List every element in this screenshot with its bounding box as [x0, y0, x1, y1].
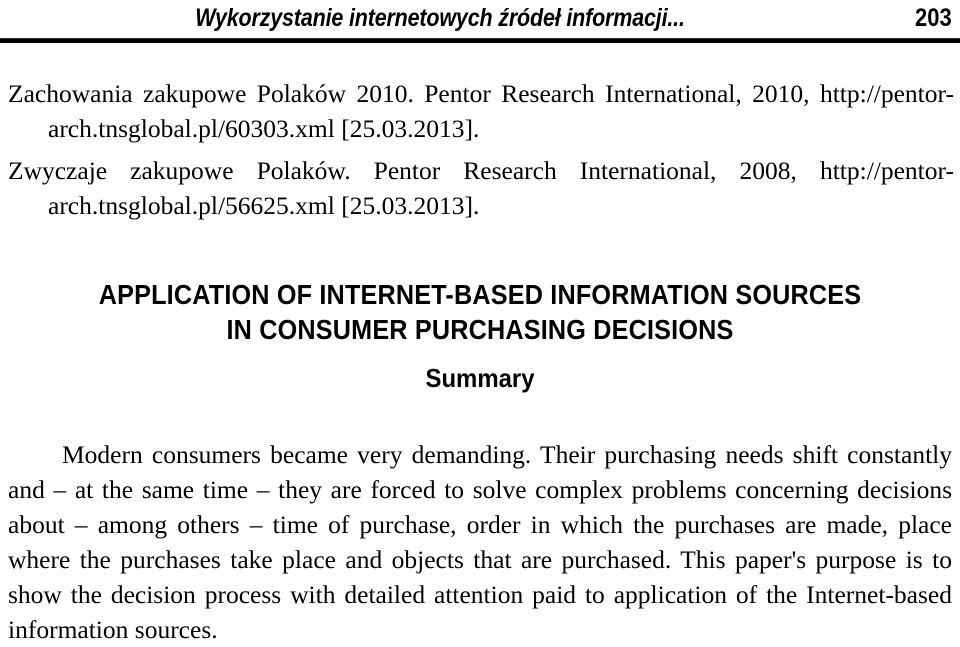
- article-title-line-1: APPLICATION OF INTERNET-BASED INFORMATIO…: [98, 279, 862, 310]
- article-title-line-2: IN CONSUMER PURCHASING DECISIONS: [226, 314, 734, 345]
- reference-list: Zachowania zakupowe Polaków 2010. Pentor…: [8, 76, 954, 223]
- running-header: Wykorzystanie internetowych źródeł infor…: [0, 2, 960, 36]
- reference-entry: Zachowania zakupowe Polaków 2010. Pentor…: [8, 79, 954, 143]
- summary-heading: Summary: [425, 363, 535, 393]
- reference-entry: Zwyczaje zakupowe Polaków. Pentor Resear…: [8, 156, 954, 220]
- document-page: Wykorzystanie internetowych źródeł infor…: [0, 0, 960, 644]
- page-number: 203: [915, 4, 952, 32]
- header-rule: [0, 38, 960, 43]
- running-header-title: Wykorzystanie internetowych źródeł infor…: [195, 4, 685, 32]
- article-title-block: APPLICATION OF INTERNET-BASED INFORMATIO…: [0, 277, 960, 395]
- abstract-paragraph: Modern consumers became very demanding. …: [8, 440, 952, 644]
